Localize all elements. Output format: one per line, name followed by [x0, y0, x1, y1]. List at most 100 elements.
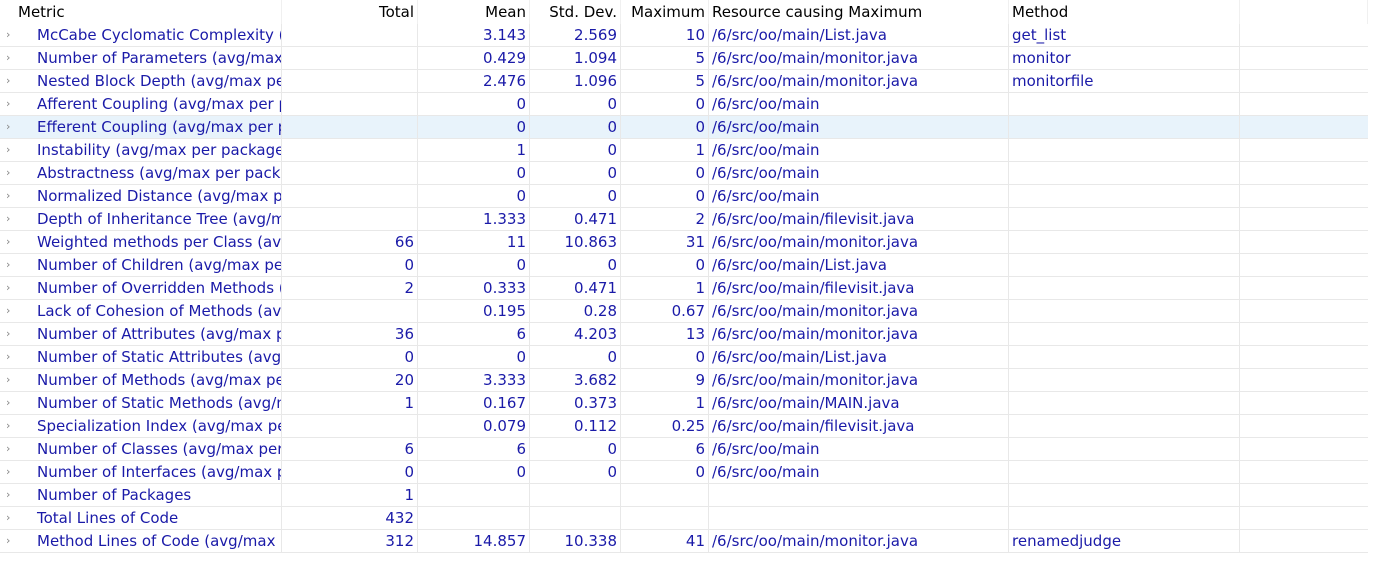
- chevron-right-icon[interactable]: ›: [6, 507, 10, 529]
- chevron-right-icon[interactable]: ›: [6, 24, 10, 46]
- chevron-right-icon[interactable]: ›: [6, 415, 10, 437]
- std-dev-cell: [530, 507, 621, 529]
- table-row[interactable]: › Instability (avg/max per packageFr 1 0 1/6…: [0, 139, 1368, 162]
- column-header-std-dev[interactable]: Std. Dev.: [530, 0, 621, 24]
- chevron-right-icon[interactable]: ›: [6, 369, 10, 391]
- method-cell: [1009, 208, 1240, 230]
- table-row[interactable]: › Number of Static Attributes (avg/r 0 0 0 0/…: [0, 346, 1368, 369]
- column-header-method[interactable]: Method: [1009, 0, 1240, 24]
- table-row[interactable]: › Afferent Coupling (avg/max per p 0 0 0/6/s…: [0, 93, 1368, 116]
- maximum-cell: 5: [621, 47, 709, 69]
- metric-cell: › McCabe Cyclomatic Complexity (a: [0, 24, 282, 46]
- metric-label: Specialization Index (avg/max per: [37, 417, 282, 435]
- metric-label: Efferent Coupling (avg/max per pa: [37, 118, 282, 136]
- table-row[interactable]: › Number of Parameters (avg/max p 0.429 1.0…: [0, 47, 1368, 70]
- filler-cell: [1240, 162, 1368, 184]
- table-row[interactable]: › Method Lines of Code (avg/max p 312 14.85…: [0, 530, 1368, 553]
- method-cell: [1009, 346, 1240, 368]
- metric-label: Number of Methods (avg/max per: [37, 371, 282, 389]
- chevron-right-icon[interactable]: ›: [6, 392, 10, 414]
- chevron-right-icon[interactable]: ›: [6, 116, 10, 138]
- chevron-right-icon[interactable]: ›: [6, 185, 10, 207]
- maximum-cell: 0: [621, 346, 709, 368]
- std-dev-cell: 0.112: [530, 415, 621, 437]
- column-header-metric[interactable]: Metric: [0, 0, 282, 24]
- total-cell: [282, 185, 418, 207]
- filler-cell: [1240, 323, 1368, 345]
- table-row[interactable]: › Number of Attributes (avg/max pe 36 6 4.20…: [0, 323, 1368, 346]
- table-row[interactable]: › Number of Static Methods (avg/m 1 0.167 0.…: [0, 392, 1368, 415]
- resource-cell: [709, 507, 1009, 529]
- maximum-cell: 1: [621, 139, 709, 161]
- column-header-total[interactable]: Total: [282, 0, 418, 24]
- table-row[interactable]: › Lack of Cohesion of Methods (avg 0.195 0.…: [0, 300, 1368, 323]
- method-cell: [1009, 323, 1240, 345]
- metric-cell: › Number of Static Attributes (avg/r: [0, 346, 282, 368]
- method-cell: [1009, 507, 1240, 529]
- column-header-mean[interactable]: Mean: [418, 0, 530, 24]
- metric-cell: › Specialization Index (avg/max per: [0, 415, 282, 437]
- resource-cell: /6/src/oo/main/monitor.java: [709, 231, 1009, 253]
- chevron-right-icon[interactable]: ›: [6, 530, 10, 552]
- metric-label: Number of Parameters (avg/max p: [37, 49, 282, 67]
- filler-cell: [1240, 47, 1368, 69]
- total-cell: [282, 300, 418, 322]
- table-row[interactable]: › Number of Interfaces (avg/max pe 0 0 0 0/6/…: [0, 461, 1368, 484]
- chevron-right-icon[interactable]: ›: [6, 162, 10, 184]
- table-row[interactable]: › Abstractness (avg/max per packag 0 0 0/6/s…: [0, 162, 1368, 185]
- total-cell: 1: [282, 484, 418, 506]
- table-row[interactable]: › Number of Methods (avg/max per 20 3.333 3.…: [0, 369, 1368, 392]
- column-header-resource[interactable]: Resource causing Maximum: [709, 0, 1009, 24]
- column-header-maximum[interactable]: Maximum: [621, 0, 709, 24]
- metric-label: Number of Static Methods (avg/m: [37, 394, 282, 412]
- resource-cell: /6/src/oo/main: [709, 438, 1009, 460]
- total-cell: [282, 116, 418, 138]
- resource-cell: /6/src/oo/main/MAIN.java: [709, 392, 1009, 414]
- mean-cell: 6: [418, 438, 530, 460]
- chevron-right-icon[interactable]: ›: [6, 231, 10, 253]
- metric-label: Number of Interfaces (avg/max pe: [37, 463, 282, 481]
- chevron-right-icon[interactable]: ›: [6, 346, 10, 368]
- chevron-right-icon[interactable]: ›: [6, 484, 10, 506]
- chevron-right-icon[interactable]: ›: [6, 254, 10, 276]
- resource-cell: /6/src/oo/main/filevisit.java: [709, 415, 1009, 437]
- mean-cell: 2.476: [418, 70, 530, 92]
- chevron-right-icon[interactable]: ›: [6, 438, 10, 460]
- filler-cell: [1240, 208, 1368, 230]
- table-row[interactable]: › Total Lines of Code 432: [0, 507, 1368, 530]
- method-cell: [1009, 116, 1240, 138]
- table-row[interactable]: › Number of Children (avg/max per 0 0 0 0/6/s…: [0, 254, 1368, 277]
- chevron-right-icon[interactable]: ›: [6, 93, 10, 115]
- table-row[interactable]: › Weighted methods per Class (avg 66 11 10.8…: [0, 231, 1368, 254]
- table-row[interactable]: › Number of Overridden Methods (2 0.333 0.4…: [0, 277, 1368, 300]
- metric-cell: › Number of Parameters (avg/max p: [0, 47, 282, 69]
- mean-cell: 3.333: [418, 369, 530, 391]
- chevron-right-icon[interactable]: ›: [6, 47, 10, 69]
- filler-cell: [1240, 300, 1368, 322]
- total-cell: 20: [282, 369, 418, 391]
- table-row[interactable]: › Specialization Index (avg/max per 0.079 0…: [0, 415, 1368, 438]
- table-row[interactable]: › Efferent Coupling (avg/max per pa 0 0 0/6/…: [0, 116, 1368, 139]
- table-row[interactable]: › Number of Packages 1: [0, 484, 1368, 507]
- total-cell: 1: [282, 392, 418, 414]
- std-dev-cell: 3.682: [530, 369, 621, 391]
- chevron-right-icon[interactable]: ›: [6, 300, 10, 322]
- std-dev-cell: 0: [530, 162, 621, 184]
- chevron-right-icon[interactable]: ›: [6, 323, 10, 345]
- method-cell: monitor: [1009, 47, 1240, 69]
- metric-cell: › Number of Attributes (avg/max pe: [0, 323, 282, 345]
- chevron-right-icon[interactable]: ›: [6, 461, 10, 483]
- chevron-right-icon[interactable]: ›: [6, 70, 10, 92]
- chevron-right-icon[interactable]: ›: [6, 139, 10, 161]
- method-cell: [1009, 392, 1240, 414]
- resource-cell: /6/src/oo/main/monitor.java: [709, 323, 1009, 345]
- table-row[interactable]: › Normalized Distance (avg/max pe 0 0 0/6/sr…: [0, 185, 1368, 208]
- filler-cell: [1240, 231, 1368, 253]
- resource-cell: /6/src/oo/main/List.java: [709, 346, 1009, 368]
- table-row[interactable]: › Number of Classes (avg/max per p 6 6 0 6/6/…: [0, 438, 1368, 461]
- table-row[interactable]: › McCabe Cyclomatic Complexity (a 3.143 2.5…: [0, 24, 1368, 47]
- table-row[interactable]: › Nested Block Depth (avg/max per 2.476 1.0…: [0, 70, 1368, 93]
- table-row[interactable]: › Depth of Inheritance Tree (avg/ma 1.333 0…: [0, 208, 1368, 231]
- chevron-right-icon[interactable]: ›: [6, 277, 10, 299]
- chevron-right-icon[interactable]: ›: [6, 208, 10, 230]
